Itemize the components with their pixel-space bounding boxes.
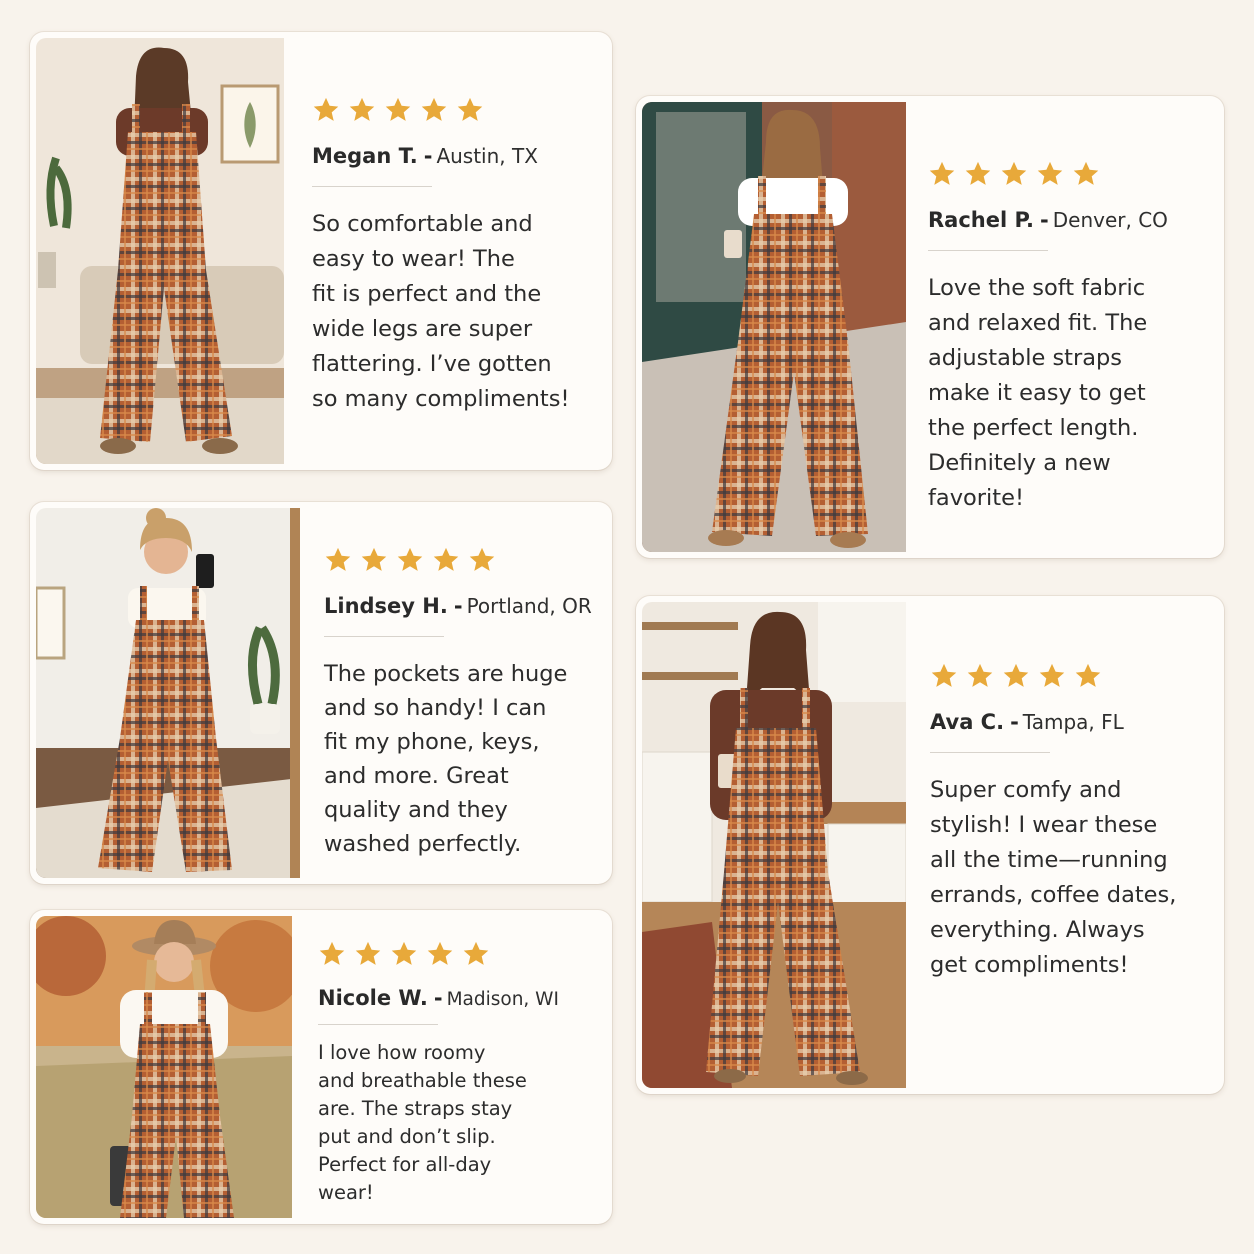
review-card-ava: Ava C. - Tampa, FL Super comfy and stylish… bbox=[636, 596, 1224, 1094]
star-icon bbox=[928, 160, 956, 188]
reviewer-location: Denver, CO bbox=[1052, 208, 1168, 232]
star-icon bbox=[964, 160, 992, 188]
review-text: Super comfy and stylish! I wear these al… bbox=[930, 777, 1177, 978]
review-text: Love the soft fabric and relaxed fit. Th… bbox=[928, 275, 1148, 511]
reviewer-line: Nicole W. - Madison, WI bbox=[318, 986, 559, 1010]
divider bbox=[928, 250, 1048, 251]
reviewer-location: Tampa, FL bbox=[1022, 710, 1124, 734]
star-icon bbox=[396, 546, 424, 574]
star-icon bbox=[1000, 160, 1028, 188]
rating-stars bbox=[324, 546, 592, 576]
star-icon bbox=[384, 96, 412, 124]
woman-in-plaid-overalls-photo bbox=[642, 602, 906, 1088]
star-icon bbox=[360, 546, 388, 574]
reviewer-line: Ava C. - Tampa, FL bbox=[930, 710, 1124, 734]
rating-stars bbox=[318, 940, 559, 970]
reviewer-location: Austin, TX bbox=[436, 144, 538, 168]
woman-in-plaid-overalls-photo bbox=[36, 38, 284, 464]
star-icon bbox=[966, 662, 994, 690]
divider bbox=[312, 186, 432, 187]
divider bbox=[318, 1024, 438, 1025]
review-card-lindsey: Lindsey H. - Portland, OR The pockets are … bbox=[30, 502, 612, 884]
star-icon bbox=[1072, 160, 1100, 188]
woman-in-plaid-overalls-photo bbox=[642, 102, 906, 552]
star-icon bbox=[1074, 662, 1102, 690]
reviewer-line: Lindsey H. - Portland, OR bbox=[324, 594, 592, 618]
reviewer-name: Nicole W. bbox=[318, 986, 428, 1010]
rating-stars bbox=[930, 662, 1176, 692]
star-icon bbox=[312, 96, 340, 124]
star-icon bbox=[1002, 662, 1030, 690]
review-photo bbox=[36, 916, 292, 1218]
review-card-megan: Megan T. - Austin, TX So comfortable and e… bbox=[30, 32, 612, 470]
reviewer-location: Portland, OR bbox=[466, 594, 592, 618]
reviewer-name: Rachel P. bbox=[928, 208, 1035, 232]
star-icon bbox=[432, 546, 460, 574]
star-icon bbox=[462, 940, 490, 968]
star-icon bbox=[1036, 160, 1064, 188]
review-card-nicole: Nicole W. - Madison, WI I love how roomy a… bbox=[30, 910, 612, 1224]
star-icon bbox=[324, 546, 352, 574]
reviewer-name: Ava C. bbox=[930, 710, 1005, 734]
reviewer-line: Megan T. - Austin, TX bbox=[312, 144, 538, 168]
divider bbox=[930, 752, 1050, 753]
review-photo bbox=[642, 602, 906, 1088]
review-text: I love how roomy and breathable these ar… bbox=[318, 1041, 527, 1204]
rating-stars bbox=[312, 96, 570, 126]
star-icon bbox=[930, 662, 958, 690]
star-icon bbox=[426, 940, 454, 968]
star-icon bbox=[420, 96, 448, 124]
star-icon bbox=[1038, 662, 1066, 690]
woman-in-plaid-overalls-photo bbox=[36, 916, 292, 1218]
review-photo bbox=[642, 102, 906, 552]
reviewer-name: Megan T. bbox=[312, 144, 418, 168]
reviewer-location: Madison, WI bbox=[446, 989, 559, 1010]
rating-stars bbox=[928, 160, 1168, 190]
divider bbox=[324, 636, 444, 637]
reviewer-line: Rachel P. - Denver, CO bbox=[928, 208, 1168, 232]
reviewer-name: Lindsey H. bbox=[324, 594, 448, 618]
star-icon bbox=[354, 940, 382, 968]
review-card-rachel: Rachel P. - Denver, CO Love the soft fabri… bbox=[636, 96, 1224, 558]
star-icon bbox=[390, 940, 418, 968]
review-text: So comfortable and easy to wear! The fit… bbox=[312, 211, 570, 412]
star-icon bbox=[348, 96, 376, 124]
star-icon bbox=[468, 546, 496, 574]
star-icon bbox=[318, 940, 346, 968]
review-photo bbox=[36, 508, 300, 878]
woman-in-plaid-overalls-photo bbox=[36, 508, 300, 878]
star-icon bbox=[456, 96, 484, 124]
review-photo bbox=[36, 38, 284, 464]
review-text: The pockets are huge and so handy! I can… bbox=[324, 661, 568, 857]
